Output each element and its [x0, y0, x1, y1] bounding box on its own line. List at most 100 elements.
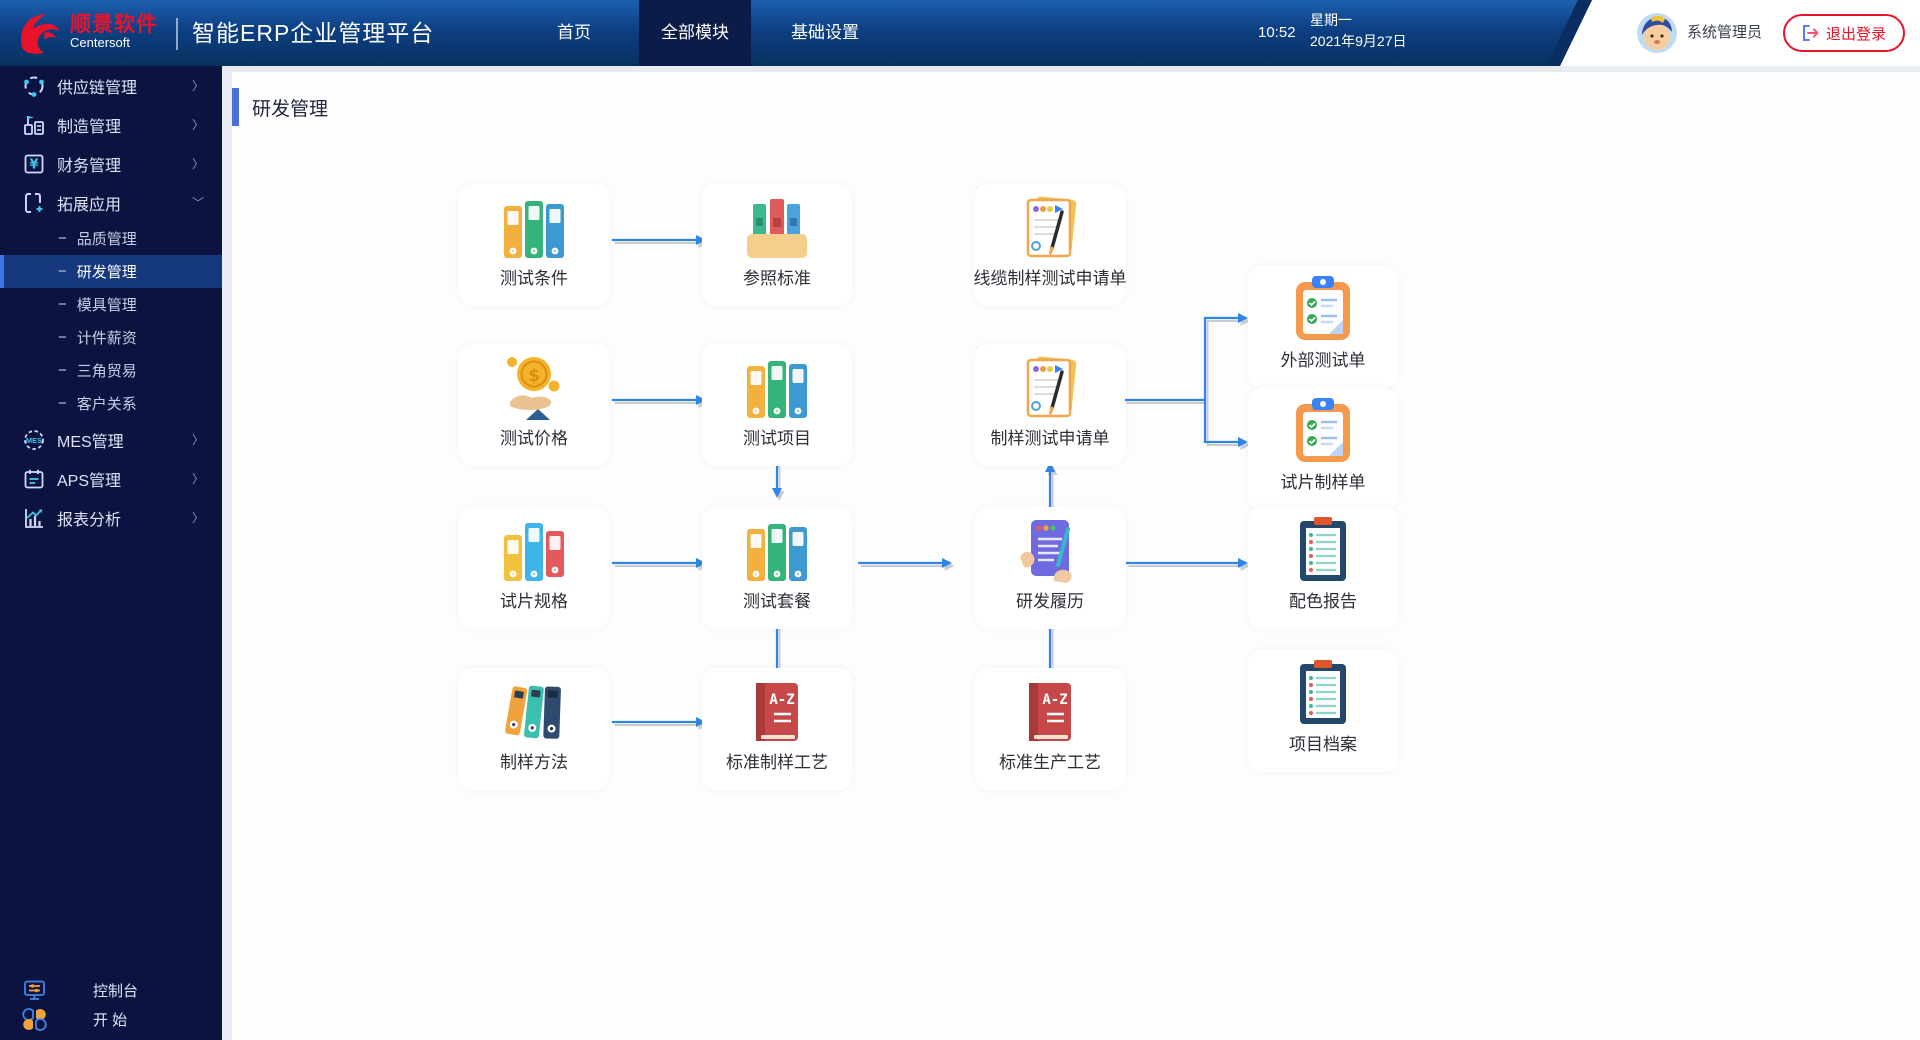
svg-text:¥: ¥ [29, 157, 38, 172]
sidebar-item-11[interactable]: MESMES管理〉 [0, 420, 222, 459]
current-user-name: 系统管理员 [1687, 0, 1762, 66]
flow-node-label: 试片制样单 [1188, 468, 1458, 493]
sidebar-item-3[interactable]: ¥财务管理〉 [0, 144, 222, 183]
chevron-right-icon: 〉 [192, 155, 204, 172]
extension-icon [22, 191, 46, 215]
sidebar-footer: 控制台开 始 [0, 976, 222, 1034]
sidebar-item-6[interactable]: −研发管理 [0, 255, 222, 288]
page-title-text: 研发管理 [252, 94, 328, 121]
start-icon [22, 1007, 47, 1032]
flow-node-label: 测试项目 [642, 424, 912, 449]
nav-tab-2[interactable]: 全部模块 [639, 0, 751, 66]
sidebar-item-13[interactable]: 报表分析〉 [0, 498, 222, 537]
flow-node[interactable]: 项目档案 [1248, 650, 1398, 772]
chevron-right-icon: 〉 [192, 470, 204, 487]
submenu-dash-icon: − [58, 230, 67, 247]
flow-node-label: 标准制样工艺 [642, 748, 912, 773]
aps-icon [22, 467, 46, 491]
svg-text:MES: MES [26, 435, 42, 444]
clipboard-navy-icon [1287, 515, 1359, 587]
supply-chain-icon [22, 74, 46, 98]
flow-node[interactable]: 配色报告 [1248, 507, 1398, 629]
brand-name-cn: 顺景软件 [70, 13, 158, 36]
flow-node-label: 制样方法 [399, 748, 669, 773]
submenu-dash-icon: − [58, 362, 67, 379]
binders-a-icon [741, 515, 813, 587]
mes-icon: MES [22, 428, 46, 452]
nav-tab-1[interactable]: 首页 [537, 0, 611, 66]
user-avatar[interactable] [1637, 13, 1677, 53]
avatar-image [1637, 13, 1677, 53]
brand-name-en: Centersoft [70, 36, 158, 50]
nav-tab-3[interactable]: 基础设置 [771, 0, 879, 66]
flow-node[interactable]: 外部测试单 [1248, 266, 1398, 388]
sidebar-item-label: 计件薪资 [77, 327, 137, 348]
flow-node[interactable]: A-Z标准生产工艺 [975, 668, 1125, 790]
flow-node-label: 研发履历 [915, 587, 1185, 612]
page-title: 研发管理 [232, 88, 328, 126]
sidebar-item-5[interactable]: −品质管理 [0, 222, 222, 255]
submenu-dash-icon: − [58, 263, 67, 280]
chevron-right-icon: 〉 [192, 431, 204, 448]
flow-node[interactable]: 试片制样单 [1248, 388, 1398, 510]
logout-icon [1802, 25, 1820, 41]
footer-console-button[interactable]: 控制台 [0, 976, 222, 1005]
red-book-icon: A-Z [1014, 676, 1086, 748]
flow-node[interactable]: 研发履历 [975, 507, 1125, 629]
doc-pen-icon [1014, 352, 1086, 424]
submenu-dash-icon: − [58, 296, 67, 313]
flow-node[interactable]: $测试价格 [459, 344, 609, 466]
submenu-dash-icon: − [58, 395, 67, 412]
binders-b-icon [498, 515, 570, 587]
sidebar-item-label: 拓展应用 [57, 191, 121, 215]
flow-node[interactable]: 试片规格 [459, 507, 609, 629]
sidebar-item-label: APS管理 [57, 467, 121, 491]
chevron-right-icon: 〉 [192, 116, 204, 133]
flow-node-label: 试片规格 [399, 587, 669, 612]
svg-text:A-Z: A-Z [769, 692, 794, 708]
footer-label: 控制台 [93, 980, 138, 1001]
svg-text:$: $ [528, 366, 540, 386]
console-icon [22, 978, 47, 1003]
tilted-binders-icon [498, 676, 570, 748]
flow-node-label: 参照标准 [642, 264, 912, 289]
flow-node[interactable]: 制样测试申请单 [975, 344, 1125, 466]
flow-node-label: 项目档案 [1188, 730, 1458, 755]
sidebar-item-4[interactable]: 拓展应用﹀ [0, 183, 222, 222]
sidebar-item-12[interactable]: APS管理 〉 [0, 459, 222, 498]
svg-text:A-Z: A-Z [1042, 692, 1067, 708]
footer-start-button[interactable]: 开 始 [0, 1005, 222, 1034]
sidebar-item-1[interactable]: 供应链管理〉 [0, 66, 222, 105]
flow-node[interactable]: 线缆制样测试申请单 [975, 184, 1125, 306]
manufacturing-icon [22, 113, 46, 137]
flow-node[interactable]: 参照标准 [702, 184, 852, 306]
title-accent-bar [232, 88, 239, 126]
sidebar-item-10[interactable]: −客户关系 [0, 387, 222, 420]
sidebar-item-label: 报表分析 [57, 506, 121, 530]
flow-node-label: 配色报告 [1188, 587, 1458, 612]
sidebar-item-label: 品质管理 [77, 228, 137, 249]
bookshelf-icon [741, 192, 813, 264]
flow-node-label: 测试套餐 [642, 587, 912, 612]
sidebar-item-label: 三角贸易 [77, 360, 137, 381]
red-book-icon: A-Z [741, 676, 813, 748]
doc-pen-icon [1014, 192, 1086, 264]
sidebar-item-7[interactable]: −模具管理 [0, 288, 222, 321]
flow-node[interactable]: 测试条件 [459, 184, 609, 306]
logo-divider [176, 18, 178, 50]
sidebar-item-label: 客户关系 [77, 393, 137, 414]
flow-node[interactable]: 制样方法 [459, 668, 609, 790]
sidebar-item-2[interactable]: 制造管理〉 [0, 105, 222, 144]
logout-label: 退出登录 [1826, 23, 1886, 44]
sidebar-item-8[interactable]: −计件薪资 [0, 321, 222, 354]
flow-node[interactable]: A-Z标准制样工艺 [702, 668, 852, 790]
flow-node[interactable]: 测试套餐 [702, 507, 852, 629]
date-block: 星期一 2021年9月27日 [1310, 10, 1407, 52]
sidebar-item-9[interactable]: −三角贸易 [0, 354, 222, 387]
sidebar-item-label: 模具管理 [77, 294, 137, 315]
flow-node-label: 外部测试单 [1188, 346, 1458, 371]
sidebar-item-label: 供应链管理 [57, 74, 137, 98]
logout-button[interactable]: 退出登录 [1783, 14, 1905, 52]
flow-node[interactable]: 测试项目 [702, 344, 852, 466]
binders-a-icon [741, 352, 813, 424]
